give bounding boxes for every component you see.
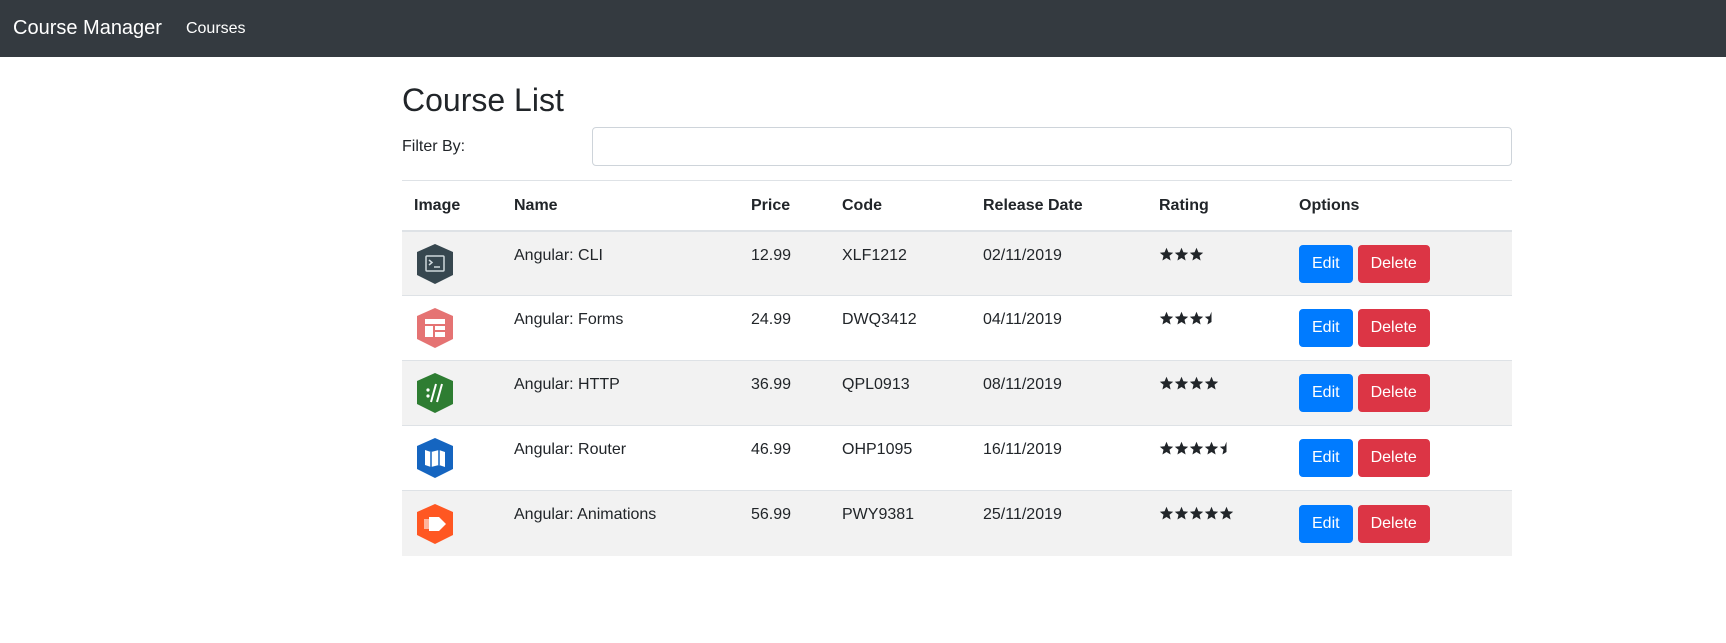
table-row: Angular: Forms 24.99 DWQ3412 04/11/2019 Edit…	[402, 295, 1512, 361]
cell-code: DWQ3412	[830, 295, 971, 361]
cell-options: Edit Delete	[1287, 425, 1512, 491]
star-full-icon	[1189, 377, 1204, 390]
cell-rating	[1147, 490, 1287, 556]
cell-options: Edit Delete	[1287, 360, 1512, 426]
cell-release-date: 02/11/2019	[971, 230, 1147, 296]
star-full-icon	[1189, 507, 1204, 520]
table-row: Angular: HTTP 36.99 QPL0913 08/11/2019 Edit D…	[402, 360, 1512, 426]
cell-image	[402, 230, 502, 296]
cell-rating	[1147, 230, 1287, 296]
cell-code: QPL0913	[830, 360, 971, 426]
header-name: Name	[502, 180, 739, 232]
star-full-icon	[1174, 247, 1189, 261]
header-options: Options	[1287, 180, 1512, 232]
star-full-icon	[1159, 247, 1174, 261]
table-row: Angular: Animations 56.99 PWY9381 25/11/201…	[402, 490, 1512, 556]
cell-release-date: 04/11/2019	[971, 295, 1147, 361]
nav-link-courses[interactable]: Courses	[186, 20, 246, 38]
edit-button[interactable]: Edit	[1299, 309, 1353, 348]
brand-link[interactable]: Course Manager	[13, 17, 162, 40]
form-layout-icon	[417, 308, 453, 349]
star-full-icon	[1174, 377, 1189, 390]
cell-image	[402, 295, 502, 361]
filter-row: Filter By:	[402, 127, 1512, 167]
star-half-icon	[1219, 442, 1227, 455]
terminal-icon	[417, 243, 453, 284]
filter-label: Filter By:	[402, 137, 466, 155]
table-header-row: Image Name Price Code Release Date Ratin…	[402, 180, 1512, 232]
main-container: Course List Filter By: Image Name Price …	[402, 57, 1512, 556]
cell-image	[402, 490, 502, 556]
star-full-icon	[1159, 312, 1174, 325]
cell-code: XLF1212	[830, 230, 971, 296]
table-row: Angular: CLI 12.99 XLF1212 02/11/2019 Edit De…	[402, 230, 1512, 296]
cell-options: Edit Delete	[1287, 230, 1512, 296]
star-rating	[1159, 441, 1234, 456]
cell-price: 56.99	[739, 490, 830, 556]
edit-button[interactable]: Edit	[1299, 244, 1353, 283]
edit-button[interactable]: Edit	[1299, 439, 1353, 478]
star-full-icon	[1189, 442, 1204, 455]
star-rating	[1159, 247, 1204, 262]
cell-options: Edit Delete	[1287, 295, 1512, 361]
cell-name: Angular: HTTP	[502, 360, 739, 426]
cell-code: OHP1095	[830, 425, 971, 491]
star-full-icon	[1204, 377, 1219, 390]
edit-button[interactable]: Edit	[1299, 374, 1353, 413]
cell-release-date: 08/11/2019	[971, 360, 1147, 426]
cell-options: Edit Delete	[1287, 490, 1512, 556]
cell-name: Angular: Animations	[502, 490, 739, 556]
star-full-icon	[1159, 442, 1174, 455]
star-full-icon	[1159, 507, 1174, 520]
star-rating	[1159, 506, 1234, 521]
header-image: Image	[402, 180, 502, 232]
edit-button[interactable]: Edit	[1299, 504, 1353, 543]
cell-name: Angular: CLI	[502, 230, 739, 296]
star-full-icon	[1219, 507, 1234, 520]
delete-button[interactable]: Delete	[1357, 504, 1430, 543]
delete-button[interactable]: Delete	[1357, 439, 1430, 478]
star-full-icon	[1189, 247, 1204, 261]
cell-price: 24.99	[739, 295, 830, 361]
cell-release-date: 25/11/2019	[971, 490, 1147, 556]
page-title: Course List	[402, 82, 564, 118]
cell-price: 12.99	[739, 230, 830, 296]
table-row: Angular: Router 46.99 OHP1095 16/11/2019 Edi…	[402, 425, 1512, 491]
course-table: Image Name Price Code Release Date Ratin…	[402, 180, 1512, 556]
cell-rating	[1147, 425, 1287, 491]
header-rating: Rating	[1147, 180, 1287, 232]
delete-button[interactable]: Delete	[1357, 244, 1430, 283]
cell-name: Angular: Forms	[502, 295, 739, 361]
header-release-date: Release Date	[971, 180, 1147, 232]
cell-rating	[1147, 360, 1287, 426]
star-full-icon	[1174, 312, 1189, 325]
top-navbar: Course Manager Courses	[0, 0, 1726, 57]
delete-button[interactable]: Delete	[1357, 374, 1430, 413]
map-icon	[417, 438, 453, 479]
star-full-icon	[1174, 442, 1189, 455]
filter-input[interactable]	[592, 127, 1512, 167]
star-rating	[1159, 376, 1219, 391]
star-full-icon	[1204, 507, 1219, 520]
star-full-icon	[1174, 507, 1189, 520]
star-full-icon	[1204, 442, 1219, 455]
star-half-icon	[1204, 312, 1212, 325]
cell-name: Angular: Router	[502, 425, 739, 491]
cell-release-date: 16/11/2019	[971, 425, 1147, 491]
cell-image	[402, 360, 502, 426]
cell-price: 46.99	[739, 425, 830, 491]
star-full-icon	[1189, 312, 1204, 325]
animation-arrow-icon	[417, 503, 453, 544]
delete-button[interactable]: Delete	[1357, 309, 1430, 348]
header-price: Price	[739, 180, 830, 232]
cell-rating	[1147, 295, 1287, 361]
cell-price: 36.99	[739, 360, 830, 426]
http-slashes-icon	[417, 373, 453, 414]
star-rating	[1159, 311, 1219, 326]
cell-image	[402, 425, 502, 491]
header-code: Code	[830, 180, 971, 232]
cell-code: PWY9381	[830, 490, 971, 556]
star-full-icon	[1159, 377, 1174, 390]
